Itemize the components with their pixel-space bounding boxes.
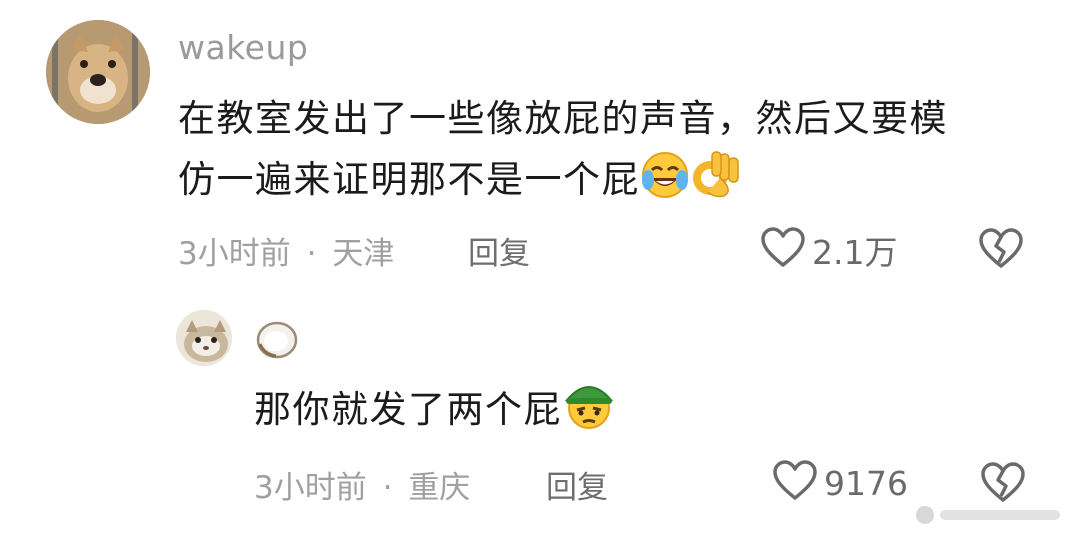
comment-text-line2: 仿一遍来证明那不是一个屁 bbox=[178, 158, 640, 201]
comment-reply-button[interactable]: 回复 bbox=[468, 228, 530, 273]
replier-username[interactable] bbox=[254, 318, 300, 364]
comment-body: 在教室发出了一些像放屁的声音，然后又要模 仿一遍来证明那不是一个屁 bbox=[178, 88, 1058, 218]
comment-text-line2-wrap: 仿一遍来证明那不是一个屁 bbox=[178, 149, 1058, 218]
commenter-username[interactable]: wakeup bbox=[178, 28, 308, 67]
reply-time: 3小时前 bbox=[254, 470, 367, 506]
comment-location: 天津 bbox=[332, 236, 395, 272]
reply-meta: 3小时前 · 重庆 bbox=[254, 462, 470, 507]
heart-icon bbox=[760, 227, 806, 273]
green-hat-emoji bbox=[562, 378, 616, 448]
rofl-emoji bbox=[640, 150, 690, 218]
reply-body: 那你就发了两个屁 bbox=[254, 378, 616, 448]
reply-location: 重庆 bbox=[408, 470, 471, 506]
comment-meta: 3小时前 · 天津 bbox=[178, 228, 394, 273]
comment-time: 3小时前 bbox=[178, 236, 291, 272]
reply-like-count: 9176 bbox=[824, 463, 908, 503]
broken-heart-icon bbox=[979, 228, 1023, 268]
meta-separator: · bbox=[306, 236, 317, 272]
comment-dislike-button[interactable] bbox=[978, 228, 1024, 274]
meta-separator: · bbox=[382, 470, 393, 506]
commenter-avatar[interactable] bbox=[46, 20, 150, 124]
reply-reply-button[interactable]: 回复 bbox=[546, 462, 608, 507]
comment-like-count: 2.1万 bbox=[812, 233, 898, 272]
comment-like-button[interactable]: 2.1万 bbox=[760, 226, 897, 274]
coconut-icon bbox=[256, 321, 298, 359]
cat-photo bbox=[176, 310, 232, 366]
broken-heart-icon bbox=[981, 462, 1025, 502]
heart-icon bbox=[772, 460, 818, 506]
watermark bbox=[908, 502, 1068, 528]
comment-text-line1: 在教室发出了一些像放屁的声音，然后又要模 bbox=[178, 97, 948, 140]
watermark-bar bbox=[940, 510, 1060, 520]
dog-photo bbox=[46, 20, 150, 124]
reply-text: 那你就发了两个屁 bbox=[254, 388, 562, 431]
replier-avatar[interactable] bbox=[176, 310, 232, 366]
reply-like-button[interactable]: 9176 bbox=[772, 460, 908, 506]
ok-hand-emoji bbox=[690, 150, 742, 218]
watermark-logo bbox=[916, 506, 934, 524]
